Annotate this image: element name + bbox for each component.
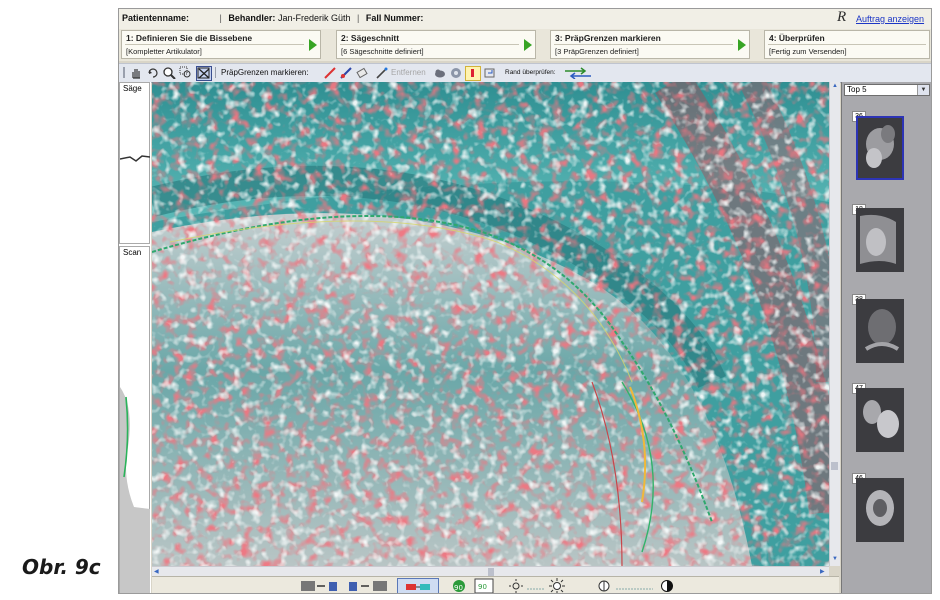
step-title: 3: PräpGrenzen markieren (555, 33, 661, 43)
tooth-thumbnail-36[interactable] (856, 116, 904, 180)
tooth-thumbnail-38[interactable] (856, 299, 904, 363)
remove-button[interactable]: Entfernen (391, 68, 426, 77)
tooth-scan-icon (856, 208, 904, 272)
toolbar-grip-icon (123, 67, 125, 78)
eraser-icon[interactable] (355, 66, 369, 79)
step-arrow-icon (738, 39, 746, 51)
brightness-slider[interactable] (526, 578, 546, 594)
brightness-high-icon[interactable] (549, 578, 565, 594)
step-status: [3 PräpGrenzen definiert] (555, 47, 639, 56)
step-review[interactable]: 4: Überprüfen [Fertig zum Versenden] (764, 30, 930, 59)
scan-preview[interactable]: Scan (119, 246, 150, 593)
tooth-thumbnail-18[interactable] (856, 208, 904, 272)
scroll-left-icon[interactable]: ◀ (154, 568, 159, 575)
svg-text:90: 90 (454, 584, 463, 592)
tooth-scan-icon (856, 388, 904, 452)
auto-margin-wand-icon[interactable] (375, 66, 389, 79)
bottom-toolbar: 90 90 (152, 576, 839, 594)
step-arrow-icon (309, 39, 317, 51)
edge-check-swap-icon[interactable] (563, 66, 595, 79)
scan-3d-viewport[interactable] (152, 82, 829, 566)
application-window: Patientenname: | Behandler: Jan-Frederik… (118, 8, 932, 594)
figure-caption: Obr. 9c (22, 555, 101, 579)
chevron-down-icon[interactable]: ▼ (917, 85, 929, 95)
step-status: [6 Sägeschnitte definiert] (341, 47, 424, 56)
rotate-icon[interactable] (146, 66, 160, 79)
scroll-down-icon[interactable]: ▼ (832, 556, 838, 562)
cube-to-model-icon[interactable] (347, 578, 389, 594)
case-number-label: Fall Nummer: (365, 13, 424, 23)
zoom-icon[interactable] (162, 66, 176, 79)
contrast-low-icon[interactable] (596, 578, 612, 594)
patient-header: Patientenname: | Behandler: Jan-Frederik… (119, 9, 931, 30)
scroll-up-icon[interactable]: ▲ (832, 83, 838, 89)
contrast-high-icon[interactable] (659, 578, 675, 594)
dentist-value: Jan-Frederik Güth (277, 13, 351, 23)
horizontal-scroll-thumb[interactable] (488, 568, 494, 576)
highlight-toggle-icon[interactable] (465, 66, 481, 81)
step-bite-plane[interactable]: 1: Definieren Sie die Bissebene [Komplet… (121, 30, 321, 59)
scan-thumbnail-icon (120, 387, 150, 593)
step-title: 1: Definieren Sie die Bissebene (126, 33, 253, 43)
step-status: [Kompletter Artikulator] (126, 47, 202, 56)
tooth-thumbnail-47[interactable] (856, 388, 904, 452)
edit-margin-pen-icon[interactable] (339, 66, 353, 79)
main-toolbar: PräpGrenzen markieren: Entfernen Rand üb… (119, 63, 931, 83)
cloud-icon[interactable] (433, 66, 447, 79)
tooth-scan-icon (856, 299, 904, 363)
tooth-thumbnail-46[interactable] (856, 478, 904, 542)
step-arrow-icon (524, 39, 532, 51)
export-icon[interactable] (483, 66, 497, 79)
toolbar-separator (215, 67, 216, 78)
pan-hand-icon[interactable] (129, 66, 143, 79)
workflow-steps: 1: Definieren Sie die Bissebene [Komplet… (119, 29, 931, 80)
tooth-scan-icon (858, 118, 902, 178)
rx-logo-icon: R (837, 9, 847, 25)
step-status: [Fertig zum Versenden] (769, 47, 847, 56)
left-preview-panel: Säge Scan (119, 82, 151, 593)
svg-text:90: 90 (478, 583, 487, 591)
scroll-right-icon[interactable]: ▶ (820, 568, 825, 575)
show-order-link[interactable]: Auftrag anzeigen (856, 14, 924, 24)
rotate-90-left-icon[interactable]: 90 (449, 578, 469, 594)
dropdown-value: Top 5 (847, 85, 867, 94)
vertical-scrollbar[interactable]: ▲ ▼ (829, 82, 840, 566)
edge-check-label: Rand überprüfen: (505, 69, 556, 76)
zoom-window-icon[interactable] (179, 66, 193, 79)
anaglyph-glasses-icon[interactable] (397, 578, 439, 594)
draw-margin-pen-icon[interactable] (323, 66, 337, 79)
contrast-slider[interactable] (615, 578, 655, 594)
patient-name-label: Patientenname: (122, 13, 190, 23)
step-title: 2: Sägeschnitt (341, 33, 400, 43)
model-to-cube-icon[interactable] (299, 578, 341, 594)
anaglyph-scan-image (152, 82, 829, 566)
dentist-label: Behandler: (228, 13, 276, 23)
saw-preview[interactable]: Säge (119, 82, 150, 244)
step-saw-cut[interactable]: 2: Sägeschnitt [6 Sägeschnitte definiert… (336, 30, 536, 59)
fit-view-icon[interactable] (196, 66, 212, 81)
vertical-scroll-thumb[interactable] (831, 462, 838, 470)
top-filter-dropdown[interactable]: Top 5 ▼ (844, 84, 930, 96)
rotate-90-right-icon[interactable]: 90 (474, 578, 494, 594)
brightness-low-icon[interactable] (508, 578, 524, 594)
model-view-icon[interactable] (449, 66, 463, 79)
step-title: 4: Überprüfen (769, 33, 825, 43)
saw-profile-icon (120, 155, 150, 162)
prep-margin-label: PräpGrenzen markieren: (221, 68, 309, 77)
tooth-scan-icon (856, 478, 904, 542)
step-prep-margins[interactable]: 3: PräpGrenzen markieren [3 PräpGrenzen … (550, 30, 750, 59)
tooth-thumbnail-panel: Top 5 ▼ 36 18 38 47 46 (841, 82, 931, 593)
